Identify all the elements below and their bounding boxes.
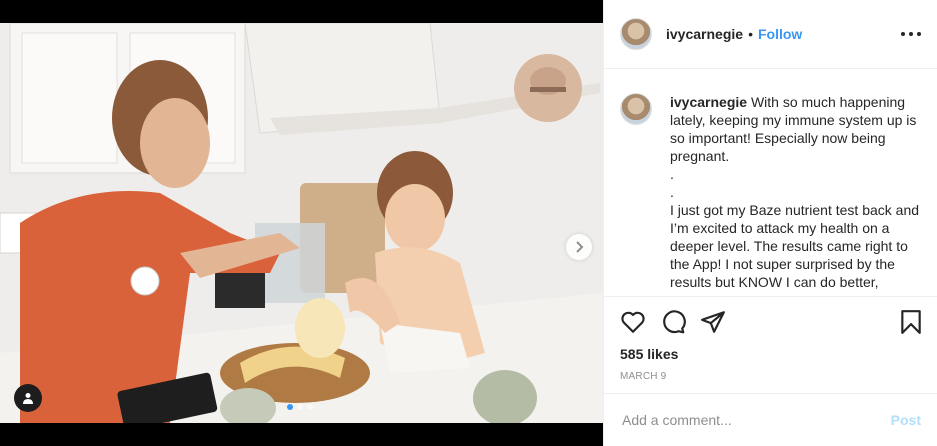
user-tags-button[interactable] — [14, 384, 42, 412]
next-slide-button[interactable] — [566, 234, 592, 260]
instagram-post: ivycarnegie • Follow ivycarnegie With so… — [0, 0, 937, 446]
action-bar — [604, 296, 937, 347]
header-separator: • — [748, 26, 753, 42]
chevron-right-icon — [576, 241, 584, 253]
comment-icon[interactable] — [660, 309, 686, 335]
post-photo[interactable] — [0, 23, 603, 423]
user-tag-icon — [23, 393, 33, 404]
caption-text: ivycarnegie With so much happening latel… — [670, 93, 920, 295]
caption-section: ivycarnegie With so much happening latel… — [604, 69, 937, 295]
post-sidebar: ivycarnegie • Follow ivycarnegie With so… — [603, 0, 937, 446]
likes-count[interactable]: 585 likes — [620, 346, 678, 362]
follow-button[interactable]: Follow — [758, 26, 802, 42]
carousel-dot — [297, 404, 303, 410]
carousel-indicator — [287, 404, 313, 410]
caption-username[interactable]: ivycarnegie — [670, 94, 747, 110]
caption-line: I just got my Baze nutrient test back an… — [670, 202, 920, 290]
more-options-icon[interactable] — [901, 24, 921, 44]
carousel-dot — [307, 404, 313, 410]
heart-icon[interactable] — [620, 309, 646, 335]
share-icon[interactable] — [700, 309, 726, 335]
photo-illustration — [0, 23, 603, 423]
caption-avatar[interactable] — [620, 93, 652, 125]
post-comment-button[interactable]: Post — [891, 412, 921, 428]
author-avatar[interactable] — [620, 18, 652, 50]
comment-input[interactable] — [620, 411, 891, 429]
post-date[interactable]: MARCH 9 — [620, 371, 666, 382]
post-media — [0, 0, 603, 446]
post-header: ivycarnegie • Follow — [604, 0, 937, 69]
comment-box: Post — [604, 393, 937, 446]
caption-line: . — [670, 184, 674, 200]
carousel-dot — [287, 404, 293, 410]
caption-line: . — [670, 166, 674, 182]
author-username[interactable]: ivycarnegie — [666, 26, 743, 42]
bookmark-icon[interactable] — [898, 309, 924, 335]
